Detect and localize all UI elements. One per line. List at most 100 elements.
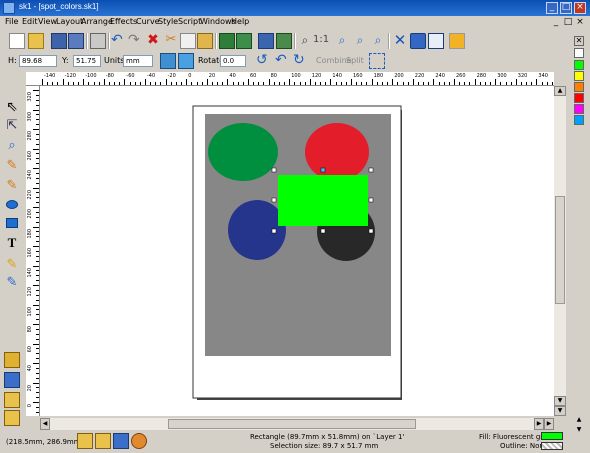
doc-minimize-button[interactable]: _ (551, 18, 561, 28)
color-management-icon[interactable] (131, 433, 147, 449)
fill-icon[interactable] (410, 33, 426, 49)
scroll-page-right-button[interactable]: ▶ (544, 418, 554, 430)
polyline-tool-icon[interactable]: ✎ (4, 159, 20, 175)
ellipse-tool-icon[interactable] (6, 200, 18, 209)
blue-circle[interactable] (228, 200, 286, 260)
snap-guides-icon[interactable] (95, 433, 111, 449)
text-tool-icon[interactable]: T (4, 236, 20, 252)
palette-swatch[interactable] (574, 71, 584, 81)
paste-icon[interactable] (197, 33, 213, 49)
redo-icon[interactable]: ↷ (128, 33, 144, 49)
ruler-minor-tick (299, 82, 301, 85)
outline-icon[interactable] (428, 33, 444, 49)
zoom-page-icon[interactable]: ⌕ (297, 33, 313, 49)
green-circle[interactable] (208, 123, 278, 181)
save-as-icon[interactable] (68, 33, 84, 49)
open-folder-icon[interactable] (28, 33, 44, 49)
scroll-down-button[interactable]: ▼ (554, 396, 566, 406)
zoom-tool-icon[interactable]: ⌕ (4, 139, 20, 155)
close-button[interactable]: × (574, 2, 586, 14)
color-picker-icon[interactable] (449, 33, 465, 49)
vertical-scrollbar[interactable]: ▲ ▼ ▼ (554, 86, 566, 416)
transform-icon[interactable] (4, 410, 20, 426)
import-icon[interactable] (219, 33, 235, 49)
palette-swatch[interactable] (574, 104, 584, 114)
split-button[interactable]: Split (346, 56, 364, 65)
vertical-scroll-thumb[interactable] (555, 196, 565, 304)
print-icon[interactable] (90, 33, 106, 49)
align-icon[interactable] (4, 392, 20, 408)
menu-view[interactable]: View (38, 17, 57, 26)
print-preview-icon[interactable] (258, 33, 274, 49)
maximize-button[interactable]: □ (560, 2, 572, 14)
menu-edit[interactable]: Edit (22, 17, 38, 26)
rotate-right-icon[interactable]: ↶ (275, 53, 291, 69)
menu-curve[interactable]: Curve (136, 17, 160, 26)
scroll-up-button[interactable]: ▲ (554, 86, 566, 96)
zoom-selection-icon[interactable]: ⌕ (334, 33, 350, 49)
units-select[interactable]: mm (123, 55, 153, 67)
new-document-icon[interactable] (9, 33, 25, 49)
doc-close-button[interactable]: × (575, 18, 585, 28)
drawing-canvas[interactable] (40, 86, 554, 416)
palette-scroll-up[interactable]: ▲ (574, 416, 584, 424)
vertical-ruler[interactable]: 320 300 280 260 240 220 200 180 160 140 120 100 80 60… (26, 86, 40, 416)
doc-restore-button[interactable]: □ (563, 18, 573, 28)
curve-tool-icon[interactable]: ✎ (4, 179, 20, 195)
horizontal-ruler[interactable]: -140 -120 -100 -80 -60 -40 -20 0 20 40 60 80 100 120 1… (26, 72, 554, 86)
menu-script[interactable]: Script (178, 17, 201, 26)
zoom-in-icon[interactable]: ⌕ (352, 33, 368, 49)
flip-vertical-icon[interactable] (178, 53, 194, 69)
canvas-drawing[interactable] (40, 86, 554, 416)
red-circle[interactable] (305, 123, 369, 181)
ruler-minor-tick (459, 82, 461, 85)
scroll-right-button[interactable]: ▶ (534, 418, 544, 430)
export-bitmap-icon[interactable] (276, 33, 292, 49)
fill-tool-icon[interactable]: ✎ (4, 276, 20, 292)
node-edit-tool-icon[interactable]: ⇱ (4, 119, 20, 135)
minimize-button[interactable]: _ (546, 2, 558, 14)
scroll-left-button[interactable]: ◀ (40, 418, 50, 430)
rotate-input[interactable]: 0.0 (220, 55, 246, 67)
menu-file[interactable]: File (5, 17, 18, 26)
flip-horizontal-icon[interactable] (160, 53, 176, 69)
green-rectangle[interactable] (278, 175, 368, 226)
copy-icon[interactable] (180, 33, 196, 49)
palette-swatch[interactable] (574, 48, 584, 58)
layers-icon[interactable] (4, 352, 20, 368)
palette-swatch[interactable] (574, 93, 584, 103)
snap-grid-icon[interactable] (77, 433, 93, 449)
scroll-page-down-button[interactable]: ▼ (554, 406, 566, 416)
object-browser-icon[interactable] (4, 372, 20, 388)
no-color-swatch[interactable]: ✕ (574, 36, 584, 46)
zoom-out-icon[interactable]: ⌕ (370, 33, 386, 49)
menu-style[interactable]: Style (158, 17, 178, 26)
palette-swatch[interactable] (574, 82, 584, 92)
y-input[interactable]: 51.75 (73, 55, 101, 67)
outline-pen-tool-icon[interactable]: ✎ (4, 258, 20, 274)
delete-icon[interactable]: ✖ (145, 33, 161, 49)
menu-arrange[interactable]: Arrange (81, 17, 113, 26)
snap-objects-icon[interactable] (113, 433, 129, 449)
menu-effects[interactable]: Effects (110, 17, 137, 26)
rectangle-tool-icon[interactable] (6, 218, 18, 228)
rotate-180-icon[interactable]: ↻ (293, 53, 309, 69)
palette-scroll-down[interactable]: ▼ (574, 426, 584, 434)
palette-swatch[interactable] (574, 60, 584, 70)
export-icon[interactable] (236, 33, 252, 49)
h-input[interactable]: 89.68 (19, 55, 57, 67)
convert-to-curve-icon[interactable] (369, 53, 385, 69)
menu-help[interactable]: Help (231, 17, 249, 26)
zoom-100-icon[interactable]: 1:1 (313, 33, 329, 49)
save-icon[interactable] (51, 33, 67, 49)
undo-icon[interactable]: ↶ (111, 33, 127, 49)
horizontal-scroll-thumb[interactable] (168, 419, 416, 429)
no-fill-icon[interactable]: ✕ (392, 33, 408, 49)
cut-icon[interactable]: ✂ (163, 33, 179, 49)
palette-swatch[interactable] (574, 115, 584, 125)
selection-tool-icon[interactable]: ⇖ (4, 100, 20, 116)
horizontal-scrollbar[interactable]: ◀ ▶ ▶ (40, 418, 554, 430)
menu-layout[interactable]: Layout (56, 17, 83, 26)
rotate-left-icon[interactable]: ↺ (256, 53, 272, 69)
object-info: Rectangle (89.7mm x 51.8mm) on `Layer 1' (250, 433, 405, 441)
